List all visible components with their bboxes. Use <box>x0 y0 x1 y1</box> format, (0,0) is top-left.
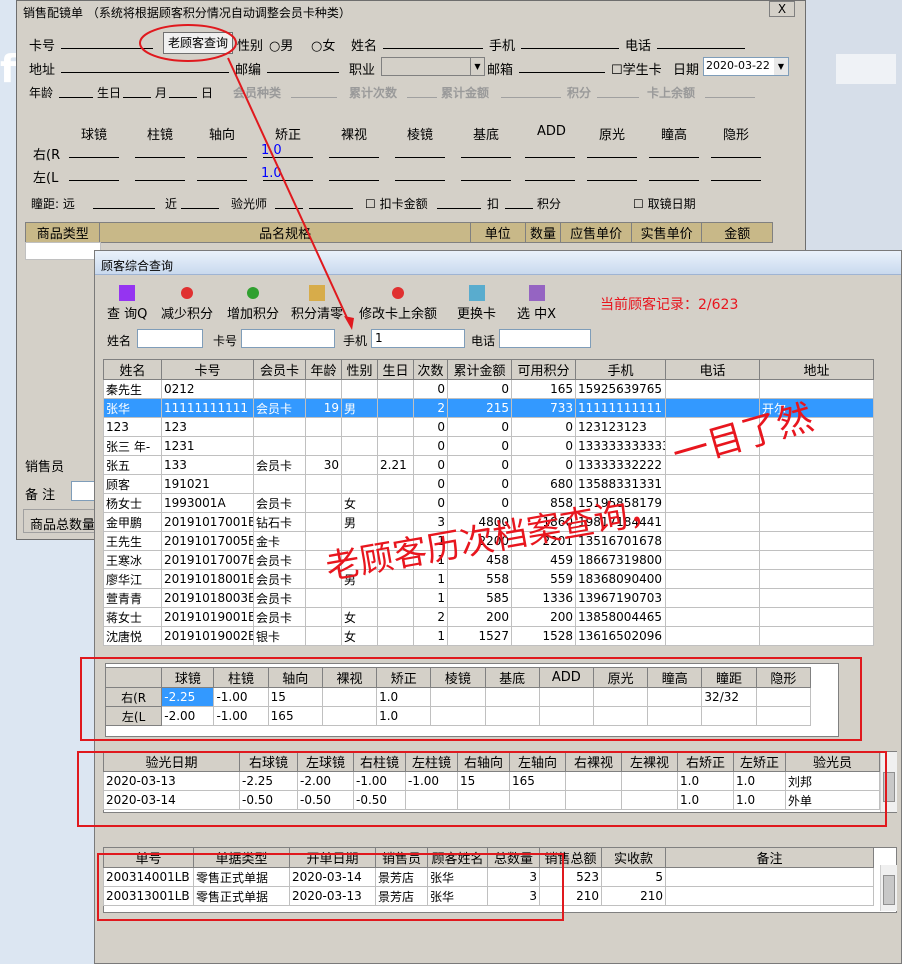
orders-highlight-box <box>97 853 564 921</box>
optometry-highlight-box <box>77 751 887 827</box>
rx-highlight-box <box>80 657 862 741</box>
arrow-head <box>344 316 354 330</box>
arrow-line <box>227 57 349 321</box>
highlight-ellipse <box>139 24 237 62</box>
